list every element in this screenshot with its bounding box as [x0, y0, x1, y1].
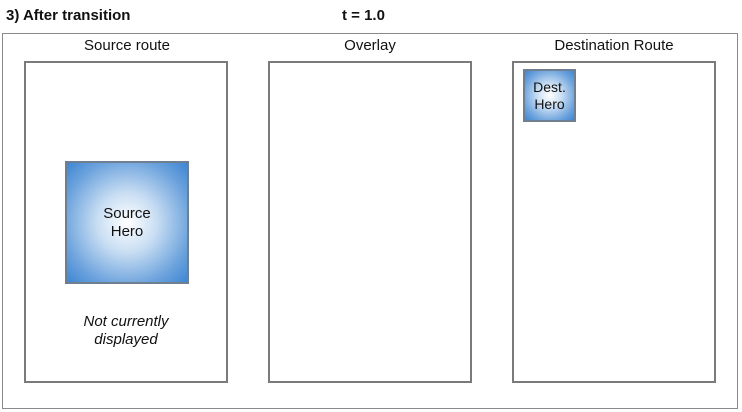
source-hero: Source Hero: [65, 161, 189, 284]
not-displayed-note: Not currently displayed: [83, 313, 169, 348]
source-hero-label: Source Hero: [103, 204, 151, 240]
destination-route-panel: Dest. Hero: [512, 61, 716, 383]
source-route-title: Source route: [84, 37, 170, 54]
overlay-panel: [268, 61, 472, 383]
destination-route-title: Destination Route: [554, 37, 674, 54]
destination-hero-label: Dest. Hero: [533, 78, 566, 112]
overlay-title: Overlay: [344, 37, 396, 54]
step-title: 3) After transition: [6, 7, 131, 24]
source-route-panel: Source Hero Not currently displayed: [24, 61, 228, 383]
destination-hero: Dest. Hero: [523, 69, 576, 122]
time-label: t = 1.0: [342, 7, 385, 24]
